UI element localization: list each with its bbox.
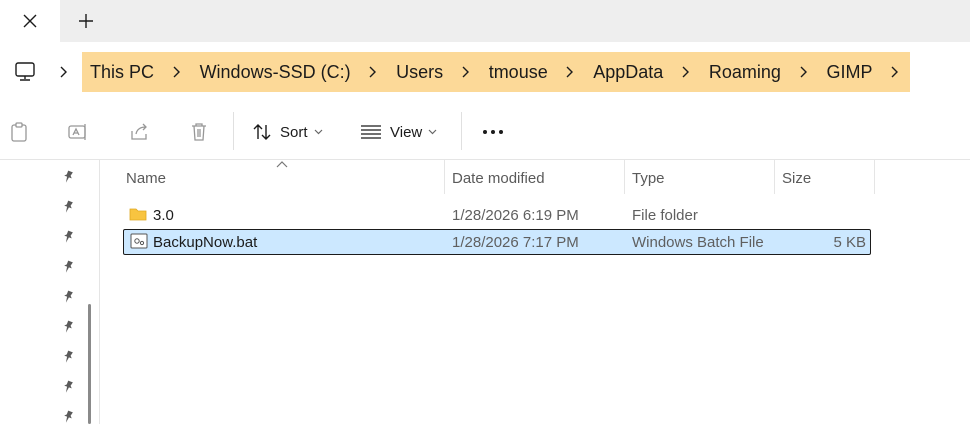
file-size: 5 KB: [833, 233, 866, 251]
file-type: File folder: [632, 206, 698, 224]
breadcrumb-chevron-button[interactable]: [162, 52, 192, 92]
column-type-label: Type: [632, 169, 665, 187]
navigation-pane: [0, 160, 100, 424]
breadcrumb-item[interactable]: This PC: [82, 62, 162, 83]
chevron-right-icon: [462, 66, 469, 78]
folder-icon: [129, 208, 147, 221]
breadcrumb-chevron-button[interactable]: [880, 52, 910, 92]
breadcrumb-chevron-button[interactable]: [359, 52, 389, 92]
column-date-label: Date modified: [452, 169, 545, 187]
pin-icon[interactable]: [61, 290, 75, 304]
nav-scrollbar[interactable]: [88, 304, 91, 424]
view-button[interactable]: View: [360, 120, 437, 144]
pin-icon[interactable]: [61, 320, 75, 334]
chevron-down-icon: [314, 129, 322, 135]
breadcrumb-item[interactable]: Roaming: [701, 62, 789, 83]
root-chevron-button[interactable]: [54, 62, 74, 82]
breadcrumb-item[interactable]: GIMP: [818, 62, 880, 83]
command-bar: Sort View: [0, 102, 970, 160]
share-icon[interactable]: [128, 121, 150, 143]
sort-label: Sort: [280, 123, 308, 141]
pin-icon[interactable]: [61, 350, 75, 364]
breadcrumb-item[interactable]: AppData: [585, 62, 671, 83]
toolbar-divider: [233, 112, 234, 150]
file-date: 1/28/2026 7:17 PM: [452, 233, 579, 251]
file-row[interactable]: BackupNow.bat 1/28/2026 7:17 PM Windows …: [123, 229, 871, 255]
sort-button[interactable]: Sort: [252, 120, 323, 144]
file-list: Name Date modified Type Size 3.0 1/28/20…: [101, 160, 970, 424]
pin-icon[interactable]: [61, 380, 75, 394]
pin-icon[interactable]: [61, 230, 75, 244]
chevron-right-icon: [891, 66, 899, 78]
view-label: View: [390, 123, 423, 141]
breadcrumb-chevron-button[interactable]: [556, 52, 586, 92]
this-pc-button[interactable]: [12, 60, 38, 84]
column-separator[interactable]: [874, 160, 875, 194]
monitor-icon: [15, 62, 35, 81]
toolbar-divider: [461, 112, 462, 150]
view-list-icon: [361, 125, 381, 139]
column-header-name[interactable]: Name: [118, 161, 444, 195]
breadcrumb-chevron-button[interactable]: [451, 52, 481, 92]
more-icon: [483, 130, 503, 134]
breadcrumb-chevron-button[interactable]: [671, 52, 701, 92]
chevron-right-icon: [369, 66, 377, 78]
breadcrumb-item[interactable]: Users: [388, 62, 451, 83]
column-header-type[interactable]: Type: [624, 161, 774, 195]
pin-icon[interactable]: [61, 170, 75, 184]
chevron-right-icon: [682, 66, 690, 78]
pin-icon[interactable]: [61, 200, 75, 214]
breadcrumb-item[interactable]: Windows-SSD (C:): [192, 62, 359, 83]
tab-bar: [0, 0, 970, 42]
sort-icon: [253, 124, 271, 140]
breadcrumb: This PC Windows-SSD (C:) Users tmouse AppDat…: [82, 52, 910, 92]
chevron-down-icon: [428, 129, 437, 135]
column-header-size[interactable]: Size: [774, 161, 874, 195]
pin-icon[interactable]: [61, 410, 75, 424]
plus-icon: [79, 14, 93, 28]
chevron-right-icon: [60, 66, 67, 78]
close-icon: [23, 14, 37, 28]
column-name-label: Name: [126, 169, 167, 187]
address-row: This PC Windows-SSD (C:) Users tmouse AppDat…: [0, 42, 970, 102]
file-name: BackupNow.bat: [153, 233, 258, 251]
rename-icon[interactable]: [67, 121, 89, 143]
chevron-right-icon: [173, 66, 180, 78]
paste-icon[interactable]: [8, 121, 30, 143]
close-tab-button[interactable]: [0, 0, 60, 42]
batch-file-icon: [130, 233, 148, 249]
breadcrumb-chevron-button[interactable]: [789, 52, 819, 92]
file-name: 3.0: [153, 206, 174, 224]
more-options-button[interactable]: [478, 120, 508, 144]
delete-icon[interactable]: [188, 121, 210, 143]
column-header-date[interactable]: Date modified: [444, 161, 624, 195]
chevron-right-icon: [566, 66, 574, 78]
chevron-right-icon: [800, 66, 807, 78]
pin-icon[interactable]: [61, 260, 75, 274]
file-type: Windows Batch File: [632, 233, 764, 251]
file-row[interactable]: 3.0 1/28/2026 6:19 PM File folder: [123, 202, 871, 228]
new-tab-button[interactable]: [68, 4, 104, 38]
breadcrumb-item[interactable]: tmouse: [481, 62, 556, 83]
column-size-label: Size: [782, 169, 812, 187]
file-date: 1/28/2026 6:19 PM: [452, 206, 579, 224]
